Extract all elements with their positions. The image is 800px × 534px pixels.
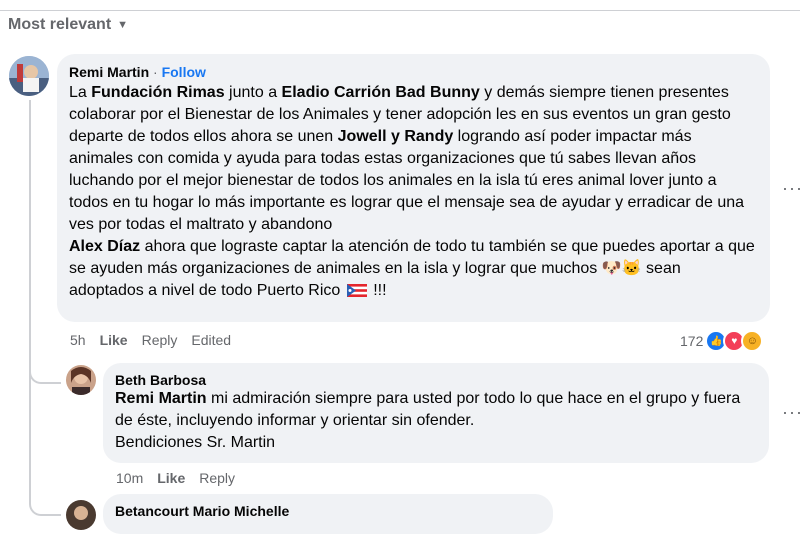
care-icon: ☺ <box>741 330 764 352</box>
mention-link[interactable]: Alex Díaz <box>69 238 140 255</box>
comment-actions: 10m Like Reply <box>116 470 235 486</box>
thread-branch <box>29 360 61 384</box>
reply-button[interactable]: Reply <box>199 470 235 486</box>
pet-emoji: 🐶🐱 <box>601 260 642 277</box>
puerto-rico-flag-icon <box>346 284 367 297</box>
text-segment: !!! <box>368 282 387 299</box>
text-segment: La <box>69 84 92 101</box>
text-segment: Bendiciones Sr. Martin <box>115 434 276 451</box>
avatar[interactable] <box>66 500 96 530</box>
comment-bubble: Remi Martin · Follow La Fundación Rimas … <box>57 54 770 322</box>
comment-timestamp[interactable]: 5h <box>70 332 86 348</box>
comment-actions: 5h Like Reply Edited <box>70 332 231 348</box>
follow-link[interactable]: Follow <box>162 64 206 80</box>
comment-author[interactable]: Remi Martin <box>69 64 149 80</box>
sort-filter-label: Most relevant <box>8 16 112 33</box>
reaction-count: 172 <box>680 333 704 349</box>
reply-button[interactable]: Reply <box>142 332 178 348</box>
thread-branch <box>29 492 61 516</box>
thread-line <box>29 100 31 492</box>
edited-label[interactable]: Edited <box>191 332 231 348</box>
section-divider <box>0 10 800 11</box>
mention-link[interactable]: Jowell y Randy <box>338 128 454 145</box>
text-segment: junto a <box>224 84 282 101</box>
mention-link[interactable]: Eladio Carrión Bad Bunny <box>282 84 480 101</box>
mention-link[interactable]: Remi Martin <box>115 390 207 407</box>
comment-bubble: Beth Barbosa Remi Martin mi admiración s… <box>103 363 769 463</box>
comment-timestamp[interactable]: 10m <box>116 470 143 486</box>
like-button[interactable]: Like <box>100 332 128 348</box>
avatar[interactable] <box>9 56 49 96</box>
comment-text: La Fundación Rimas junto a Eladio Carrió… <box>69 82 758 302</box>
sort-filter-dropdown[interactable]: Most relevant ▼ <box>8 16 128 34</box>
comment-author[interactable]: Beth Barbosa <box>115 372 757 388</box>
comment-author[interactable]: Betancourt Mario Michelle <box>115 503 541 519</box>
follow-separator: · <box>149 64 162 80</box>
reaction-summary[interactable]: 172 👍 ♥ ☺ <box>680 330 764 352</box>
avatar[interactable] <box>66 365 96 395</box>
mention-link[interactable]: Fundación Rimas <box>91 84 224 101</box>
text-segment: mi admiración siempre para usted por tod… <box>115 390 741 429</box>
chevron-down-icon: ▼ <box>117 19 129 31</box>
more-options-icon[interactable]: ··· <box>782 402 800 423</box>
comment-bubble: Betancourt Mario Michelle <box>103 494 553 534</box>
comment-text: Remi Martin mi admiración siempre para u… <box>115 388 757 454</box>
like-button[interactable]: Like <box>157 470 185 486</box>
more-options-icon[interactable]: ··· <box>782 178 800 199</box>
